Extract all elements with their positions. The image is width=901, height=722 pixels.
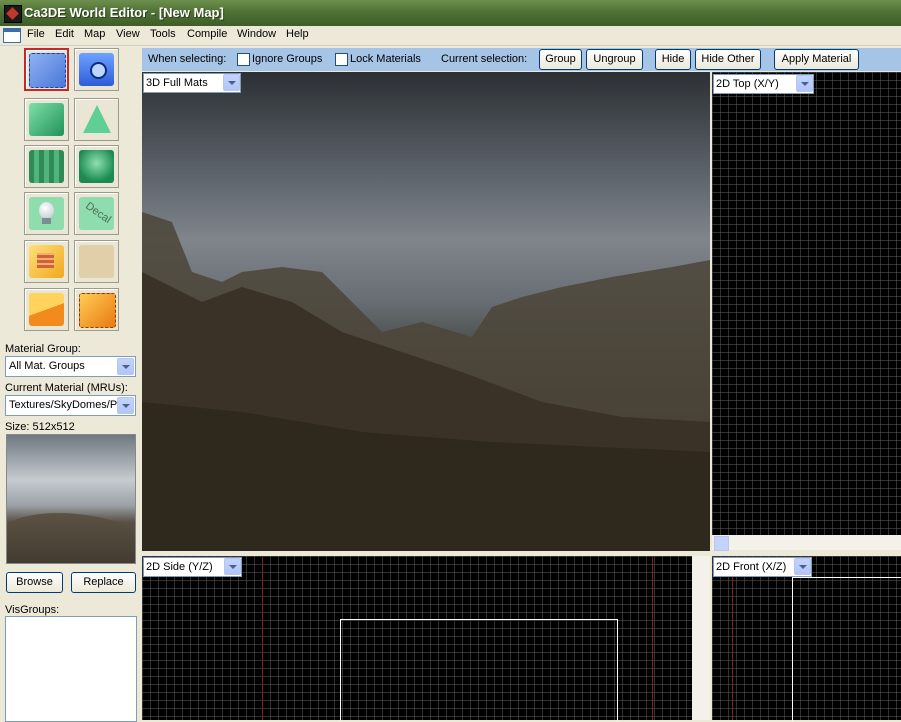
menu-window[interactable]: Window	[237, 28, 276, 40]
scroll-left-icon[interactable]	[714, 536, 729, 551]
chevron-down-icon[interactable]	[223, 74, 240, 91]
camera-tool-button[interactable]	[74, 48, 119, 91]
when-selecting-label: When selecting:	[148, 53, 227, 65]
window-title: Ca3DE World Editor - [New Map]	[24, 5, 224, 20]
menu-help[interactable]: Help	[286, 28, 309, 40]
menu-edit[interactable]: Edit	[55, 28, 74, 40]
menu-view[interactable]: View	[116, 28, 140, 40]
viewport-top-mode: 2D Top (X/Y)	[716, 78, 779, 90]
browse-button[interactable]: Browse	[6, 572, 63, 593]
cube-vertices-icon	[79, 293, 116, 328]
new-bezier-patch-button[interactable]	[24, 145, 69, 188]
hide-button[interactable]: Hide	[655, 49, 691, 70]
pyramid-icon	[79, 103, 114, 136]
terrain-icon	[79, 150, 114, 183]
material-size-label: Size: 512x512	[5, 421, 75, 433]
viewport-2d-side[interactable]: 2D Side (Y/Z)	[142, 556, 692, 721]
menu-bar: File Edit Map View Tools Compile Window …	[0, 26, 901, 46]
current-material-select[interactable]: Textures/SkyDomes/PK	[5, 395, 136, 416]
blank-icon	[79, 245, 114, 278]
visgroups-label: VisGroups:	[5, 604, 60, 616]
brush-outline	[792, 577, 901, 721]
viewport-front-mode: 2D Front (X/Z)	[716, 561, 787, 573]
viewport-side-mode-select[interactable]: 2D Side (Y/Z)	[143, 557, 242, 577]
viewport-3d-mode: 3D Full Mats	[146, 77, 208, 89]
ungroup-button[interactable]: Ungroup	[586, 49, 643, 70]
edit-faces-button[interactable]	[24, 240, 69, 283]
group-button[interactable]: Group	[539, 49, 582, 70]
hide-other-button[interactable]: Hide Other	[695, 49, 761, 70]
material-preview	[6, 434, 136, 564]
material-group-select[interactable]: All Mat. Groups	[5, 356, 136, 377]
chevron-down-icon[interactable]	[117, 358, 134, 375]
viewport-front-mode-select[interactable]: 2D Front (X/Z)	[713, 557, 812, 577]
camera-icon	[79, 53, 114, 86]
viewport-side-mode: 2D Side (Y/Z)	[146, 561, 213, 573]
current-selection-label: Current selection:	[441, 53, 528, 65]
cube-icon	[29, 103, 64, 136]
apply-material-button[interactable]: Apply Material	[774, 49, 859, 70]
selection-icon	[29, 53, 66, 88]
new-decal-button[interactable]: Decal	[74, 192, 119, 235]
chevron-down-icon[interactable]	[794, 558, 811, 575]
ignore-groups-checkbox[interactable]	[237, 53, 250, 66]
edit-vertices-button[interactable]	[74, 288, 119, 331]
red-axis-line	[262, 556, 263, 720]
ignore-groups-label[interactable]: Ignore Groups	[252, 53, 322, 65]
menu-compile[interactable]: Compile	[187, 28, 227, 40]
viewport-2d-front[interactable]: 2D Front (X/Z)	[712, 556, 901, 721]
empty-tool-button[interactable]	[74, 240, 119, 283]
current-material-value: Textures/SkyDomes/PK	[9, 399, 119, 411]
material-group-label: Material Group:	[5, 343, 81, 355]
chevron-down-icon[interactable]	[224, 558, 241, 575]
menu-map[interactable]: Map	[84, 28, 105, 40]
material-group-value: All Mat. Groups	[9, 360, 85, 372]
selection-tool-button[interactable]	[24, 48, 69, 91]
viewport-top-mode-select[interactable]: 2D Top (X/Y)	[713, 74, 814, 94]
top-viewport-scrollbar[interactable]	[712, 535, 901, 551]
toolbox-panel: Decal Material Group: All Mat. Groups Cu…	[0, 46, 141, 722]
red-axis-line	[732, 556, 733, 720]
clip-tool-button[interactable]	[24, 288, 69, 331]
new-prism-button[interactable]	[74, 98, 119, 141]
document-icon[interactable]	[3, 28, 21, 43]
chevron-down-icon[interactable]	[117, 397, 134, 414]
menu-tools[interactable]: Tools	[150, 28, 176, 40]
brush-outline	[340, 619, 618, 721]
chevron-down-icon[interactable]	[796, 75, 813, 92]
selection-toolbar: When selecting: Ignore Groups Lock Mater…	[142, 48, 901, 71]
lock-materials-checkbox[interactable]	[335, 53, 348, 66]
app-icon	[4, 5, 22, 23]
visgroups-list[interactable]	[5, 616, 137, 722]
current-material-label: Current Material (MRUs):	[5, 382, 128, 394]
terrain-render	[142, 212, 710, 551]
viewport-3d[interactable]: 3D Full Mats	[142, 72, 710, 551]
viewport-2d-top[interactable]: 2D Top (X/Y)	[712, 72, 901, 535]
side-viewport-scrollbar[interactable]	[692, 556, 710, 720]
viewport-3d-mode-select[interactable]: 3D Full Mats	[143, 73, 241, 93]
brick-cube-icon	[29, 245, 64, 278]
lock-materials-label[interactable]: Lock Materials	[350, 53, 421, 65]
new-terrain-button[interactable]	[74, 145, 119, 188]
replace-button[interactable]: Replace	[71, 572, 136, 593]
red-axis-line	[652, 556, 653, 720]
clip-icon	[29, 293, 64, 326]
decal-icon: Decal	[79, 197, 114, 230]
menu-file[interactable]: File	[27, 28, 45, 40]
new-light-button[interactable]	[24, 192, 69, 235]
new-brush-button[interactable]	[24, 98, 69, 141]
lightbulb-icon	[29, 197, 64, 230]
patch-icon	[29, 150, 64, 183]
decal-label: Decal	[83, 200, 114, 226]
title-bar: Ca3DE World Editor - [New Map]	[0, 0, 901, 26]
